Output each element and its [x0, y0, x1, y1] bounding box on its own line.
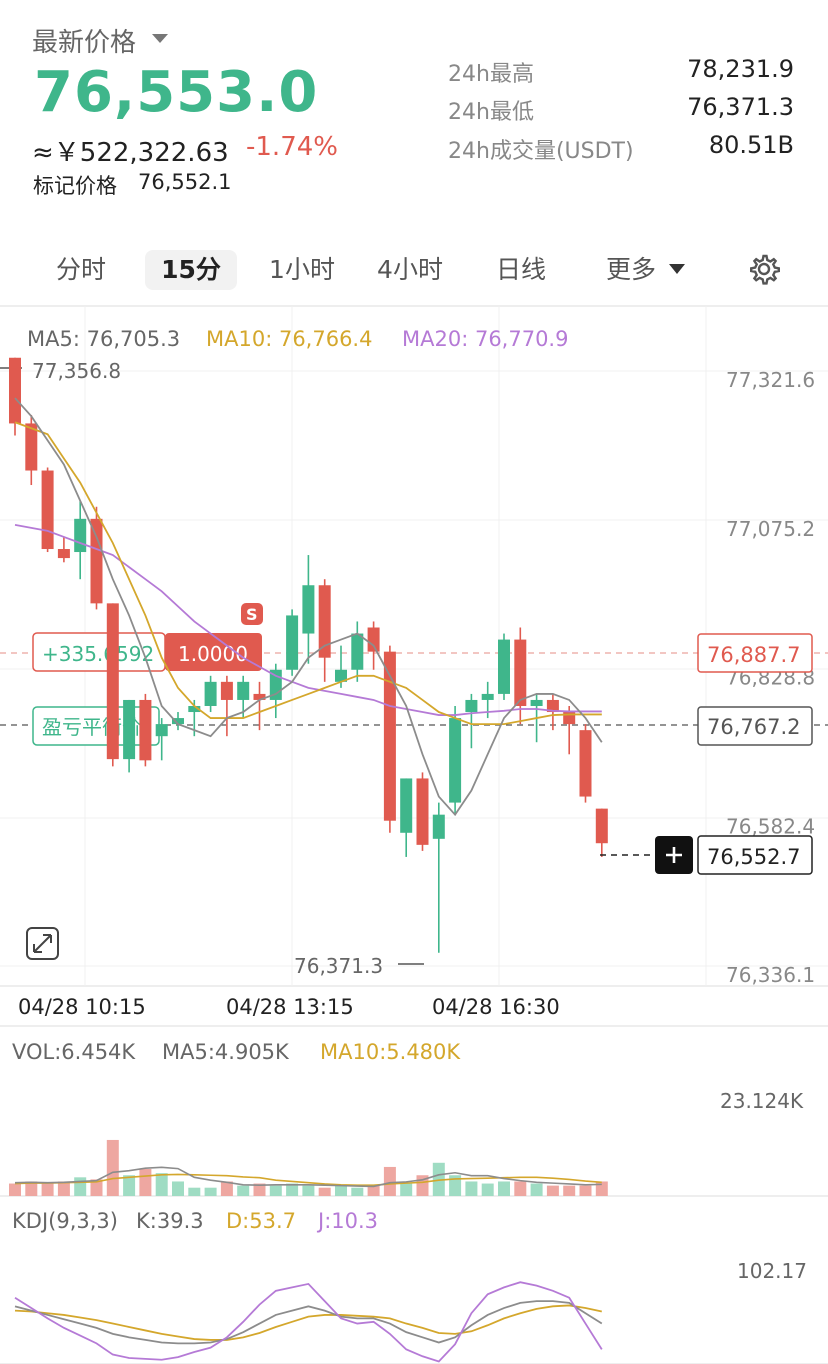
- candle-body: [9, 357, 21, 424]
- volume-bar: [269, 1185, 282, 1196]
- kdj-d-legend: D:53.7: [226, 1209, 296, 1233]
- volume-bar: [563, 1185, 576, 1196]
- chart-frame: [0, 305, 828, 1364]
- price-tick: 76,336.1: [726, 963, 815, 987]
- volume-bar: [106, 1139, 119, 1196]
- vol-max-label: 23.124K: [720, 1089, 804, 1113]
- ma5-legend: MA5: 76,705.3: [27, 327, 180, 351]
- candle-body: [498, 639, 510, 694]
- volume-bar: [595, 1181, 608, 1196]
- volume-bar: [204, 1187, 217, 1196]
- candle-body: [514, 639, 527, 706]
- candle-body: [106, 603, 119, 760]
- volume-bar: [237, 1185, 250, 1196]
- vol-ma10-legend: MA10:5.480K: [320, 1040, 461, 1064]
- candle-body: [302, 585, 315, 634]
- kdj-lines: [14, 1281, 603, 1363]
- position-price: 76,887.7: [707, 643, 801, 667]
- candle-body: [595, 808, 608, 844]
- price-axis: 77,321.677,075.276,828.876,582.476,336.1: [726, 368, 815, 987]
- volume-bar: [155, 1173, 168, 1196]
- candle-body: [449, 718, 462, 803]
- time-label: 04/28 13:15: [226, 995, 354, 1019]
- kline-chart[interactable]: MA5: 76,705.3 MA10: 76,766.4 MA20: 76,77…: [0, 0, 828, 1364]
- kdj-j-legend: J:10.3: [316, 1209, 378, 1233]
- expand-icon[interactable]: [26, 927, 59, 960]
- candle-body: [465, 699, 478, 713]
- volume-bar: [139, 1169, 152, 1196]
- kdj-max-label: 102.17: [737, 1259, 807, 1283]
- time-label: 04/28 16:30: [432, 995, 560, 1019]
- position-line[interactable]: +335.6592 1.0000 S 76,887.7: [0, 603, 828, 673]
- candle-body: [400, 778, 413, 833]
- candle-body: [351, 633, 364, 670]
- volume-bar: [514, 1181, 527, 1196]
- candle-body: [90, 518, 103, 604]
- vol-ma5-legend: MA5:4.905K: [162, 1040, 290, 1064]
- volume-bar: [74, 1177, 87, 1196]
- kdj-legend: KDJ(9,3,3): [12, 1209, 118, 1233]
- candle-body: [204, 681, 217, 706]
- volume-bar: [530, 1183, 543, 1196]
- price-tick: 76,582.4: [726, 814, 815, 838]
- candle-body: [74, 518, 87, 553]
- volume-bar: [172, 1181, 184, 1196]
- candle-body: [155, 724, 168, 737]
- candle-body: [530, 699, 543, 706]
- last-price-line[interactable]: 76,552.7: [600, 835, 813, 875]
- ma10-legend: MA10: 76,766.4: [206, 327, 372, 351]
- volume-bar: [188, 1187, 201, 1196]
- price-tick: 77,075.2: [726, 517, 815, 541]
- candle-body: [579, 730, 592, 797]
- candle-body: [432, 814, 445, 839]
- breakeven-price: 76,767.2: [707, 715, 801, 739]
- ma20-legend: MA20: 76,770.9: [402, 327, 568, 351]
- volume-bar: [498, 1181, 510, 1196]
- vol-legend: VOL:6.454K: [12, 1040, 136, 1064]
- volume-bar: [57, 1181, 70, 1196]
- volume-ma-lines: [14, 1166, 602, 1188]
- volume-bars: [9, 1139, 608, 1196]
- time-label: 04/28 10:15: [18, 995, 146, 1019]
- candle-body: [286, 615, 299, 670]
- volume-bar: [335, 1185, 347, 1196]
- volume-bar: [400, 1183, 413, 1196]
- volume-bar: [481, 1183, 494, 1196]
- kdj-k-legend: K:39.3: [136, 1209, 204, 1233]
- short-tag-label: S: [246, 605, 258, 624]
- candle-body: [481, 693, 494, 700]
- volume-bar: [302, 1185, 315, 1196]
- candle-body: [416, 778, 429, 845]
- volume-bar: [465, 1181, 478, 1196]
- last-price: 76,552.7: [707, 845, 801, 869]
- kdj-d-line: [14, 1304, 602, 1341]
- candle-body: [57, 549, 70, 559]
- volume-bar: [318, 1187, 331, 1196]
- candle-body: [237, 681, 250, 700]
- candle-body: [123, 699, 136, 760]
- volume-bar: [546, 1185, 559, 1196]
- low-marker-label: 76,371.3: [294, 954, 383, 978]
- position-pnl: +335.6592: [42, 642, 154, 666]
- volume-bar: [579, 1185, 592, 1196]
- volume-bar: [351, 1187, 364, 1196]
- price-tick: 77,321.6: [726, 368, 815, 392]
- volume-bar: [9, 1183, 21, 1196]
- candle-body: [318, 585, 331, 658]
- candle-body: [41, 470, 54, 550]
- volume-bar: [383, 1166, 396, 1196]
- high-marker-label: 77,356.8: [32, 359, 121, 383]
- candle-body: [367, 627, 380, 652]
- candle-body: [220, 681, 233, 700]
- volume-bar: [41, 1183, 54, 1196]
- candle-body: [139, 699, 152, 761]
